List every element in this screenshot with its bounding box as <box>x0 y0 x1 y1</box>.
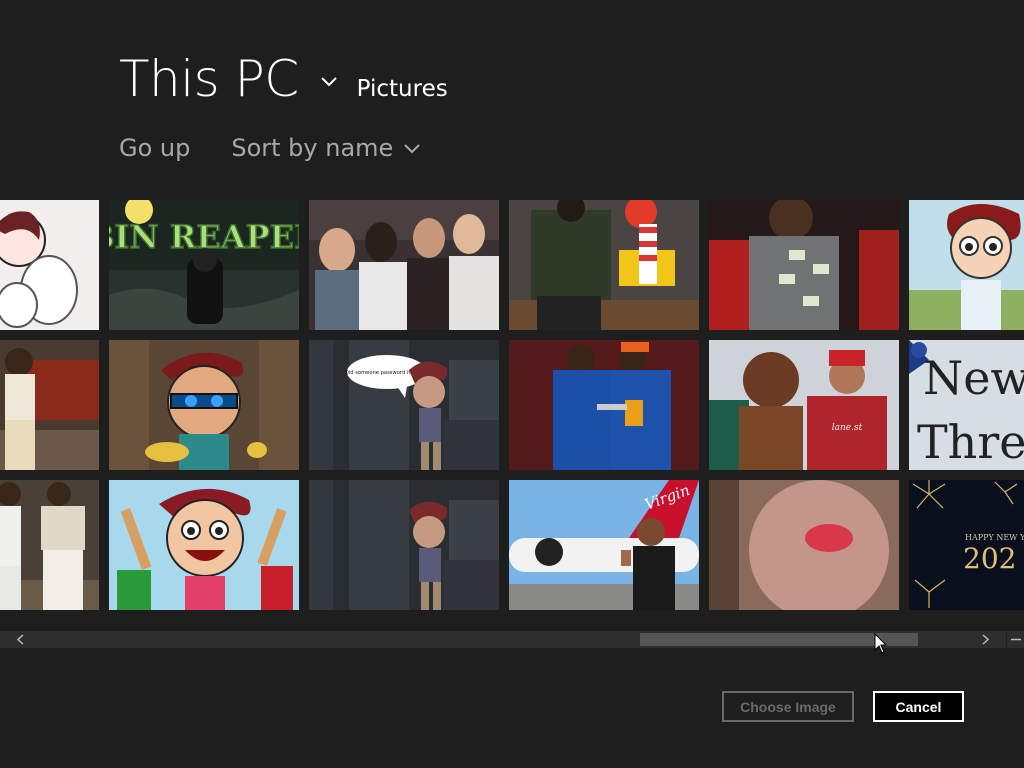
tile-r1c4[interactable] <box>509 200 699 330</box>
minus-icon[interactable] <box>1006 631 1024 648</box>
chevron-down-icon <box>404 144 421 154</box>
tile-r3c3[interactable] <box>309 480 499 610</box>
go-up-button[interactable]: Go up <box>119 134 190 162</box>
choose-image-button[interactable]: Choose Image <box>722 691 854 722</box>
tile-r2c1[interactable] <box>0 340 99 470</box>
root-location-title[interactable]: This PC <box>119 50 299 108</box>
scroll-left-arrow-icon[interactable] <box>10 631 30 648</box>
cancel-button[interactable]: Cancel <box>873 691 964 722</box>
command-bar: Go up Sort by name <box>119 134 421 162</box>
tile-r1c6[interactable] <box>909 200 1024 330</box>
chevron-down-icon[interactable] <box>319 67 339 97</box>
tile-new-thread[interactable]: New Thre Thre <box>909 340 1024 470</box>
tile-r2c4[interactable] <box>509 340 699 470</box>
tile-r1c5[interactable] <box>709 200 899 330</box>
tile-bin-reaper[interactable]: BIN REAPER <box>109 200 299 330</box>
tile-r3c5[interactable] <box>709 480 899 610</box>
picture-grid: BIN REAPER Did someone password it again… <box>0 200 1024 610</box>
tile-r2c5[interactable]: lane.st <box>709 340 899 470</box>
scrollbar-thumb[interactable] <box>640 633 918 646</box>
new-thread-text: New Thre <box>923 351 1024 405</box>
tile-virgin-plane[interactable]: Virgin <box>509 480 699 610</box>
location-header: This PC Pictures <box>119 50 448 108</box>
tile-r1c3[interactable] <box>309 200 499 330</box>
happy-new-year-text: HAPPY NEW Y <box>965 533 1024 542</box>
sort-label: Sort by name <box>231 134 394 162</box>
horizontal-scrollbar[interactable] <box>0 631 1024 648</box>
tile-r3c2[interactable] <box>109 480 299 610</box>
tile-happy-new-year[interactable]: HAPPY NEW Y 202 <box>909 480 1024 610</box>
tile-r1c1[interactable] <box>0 200 99 330</box>
scroll-right-arrow-icon[interactable] <box>976 631 996 648</box>
tile-r3c1[interactable] <box>0 480 99 610</box>
tile-r2c2[interactable] <box>109 340 299 470</box>
year-text: 202 <box>963 542 1016 575</box>
tile-speech-bubble[interactable]: Did someone password it again? <box>309 340 499 470</box>
current-folder-name: Pictures <box>356 76 448 102</box>
svg-text:Thre: Thre <box>917 415 1024 469</box>
sort-by-name-button[interactable]: Sort by name <box>231 134 421 162</box>
svg-text:lane.st: lane.st <box>832 423 863 433</box>
